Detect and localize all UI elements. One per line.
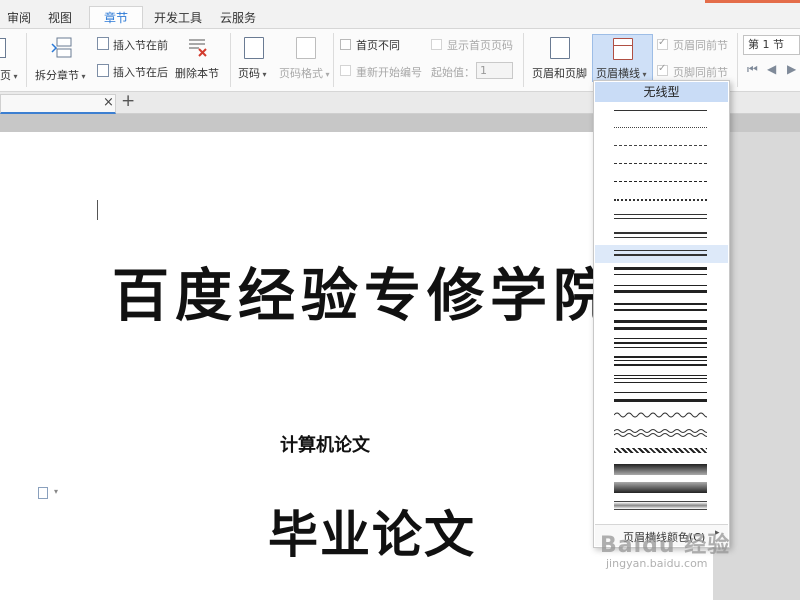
- header-same-as-previous-checkbox[interactable]: [657, 37, 668, 50]
- footer-same-as-previous-label: 页脚同前节: [673, 66, 728, 79]
- tab-developer[interactable]: 开发工具: [148, 0, 208, 28]
- no-line-option[interactable]: 无线型: [595, 82, 728, 102]
- previous-section-icon[interactable]: ◀: [767, 62, 776, 76]
- line-style-option[interactable]: [595, 263, 728, 281]
- watermark-brand: Baidu 经验: [600, 533, 731, 558]
- show-first-page-number-checkbox[interactable]: [431, 39, 442, 50]
- insert-section-before-button[interactable]: 插入节在前: [113, 37, 168, 53]
- page-number-button[interactable]: 页码 ▾: [238, 65, 267, 81]
- page-format-icon: [296, 37, 316, 59]
- next-section-icon[interactable]: ▶: [787, 62, 796, 76]
- new-tab-icon[interactable]: +: [121, 91, 135, 111]
- start-value-input[interactable]: [476, 62, 513, 79]
- ribbon-separator: [737, 33, 738, 87]
- chevron-down-icon: ▾: [260, 70, 267, 79]
- line-style-option[interactable]: [595, 173, 728, 191]
- header-line-label: 页眉横线: [596, 67, 640, 80]
- ribbon-separator: [230, 33, 231, 87]
- line-style-option[interactable]: [595, 461, 728, 479]
- paragraph-marker-icon[interactable]: [38, 487, 48, 499]
- insert-section-before-icon: [97, 37, 109, 50]
- ribbon-separator: [333, 33, 334, 87]
- page-number-icon: [244, 37, 264, 59]
- header-footer-button[interactable]: 页眉和页脚: [532, 65, 587, 81]
- cut-off-page-label: 页: [0, 69, 11, 82]
- chevron-down-icon: ▾: [640, 70, 647, 79]
- chevron-down-icon: ▾: [323, 70, 330, 79]
- line-style-option[interactable]: [595, 299, 728, 317]
- delete-section-button[interactable]: 删除本节: [175, 65, 219, 81]
- start-value-label: 起始值：: [431, 66, 475, 79]
- watermark: Baidu 经验 jingyan.baidu.com: [600, 527, 730, 570]
- line-style-option[interactable]: [595, 443, 728, 461]
- header-line-button[interactable]: 页眉横线 ▾: [592, 34, 653, 82]
- line-style-option[interactable]: [595, 371, 728, 389]
- first-page-different-checkbox[interactable]: [340, 39, 351, 50]
- chevron-down-icon: ▾: [11, 72, 18, 81]
- line-style-option[interactable]: [595, 389, 728, 407]
- line-style-option[interactable]: [595, 479, 728, 497]
- menu-bar: 审阅 视图 章节 开发工具 云服务: [0, 0, 800, 30]
- line-style-option[interactable]: [595, 407, 728, 425]
- line-style-option[interactable]: [595, 425, 728, 443]
- chevron-down-icon: ▾: [79, 72, 86, 81]
- window-accent-bar: [705, 0, 800, 3]
- cut-off-page-button[interactable]: 页 ▾: [0, 67, 18, 83]
- first-section-icon[interactable]: ⏮: [747, 62, 758, 77]
- header-line-label-wrap: 页眉横线 ▾: [596, 65, 647, 81]
- insert-section-after-icon: [97, 64, 109, 77]
- ribbon-separator: [26, 33, 27, 87]
- chevron-down-icon: ▾: [54, 487, 59, 496]
- header-line-dropdown: 无线型 页眉横线颜色(C) ▸: [593, 80, 730, 548]
- insert-section-after-button[interactable]: 插入节在后: [113, 64, 168, 80]
- restart-numbering-checkbox[interactable]: [340, 65, 351, 76]
- line-style-option-hover[interactable]: [595, 245, 728, 263]
- delete-section-icon: [187, 36, 209, 58]
- ribbon-separator: [523, 33, 524, 87]
- line-style-option[interactable]: [595, 353, 728, 371]
- page-format-label: 页码格式: [279, 67, 323, 80]
- section-select[interactable]: 第 1 节: [743, 35, 800, 55]
- tab-cloud-services[interactable]: 云服务: [213, 0, 263, 28]
- close-tab-icon[interactable]: ×: [103, 95, 114, 110]
- text-cursor: [97, 200, 98, 220]
- footer-same-as-previous-checkbox[interactable]: [657, 63, 668, 76]
- document-subtitle: 计算机论文: [280, 435, 370, 456]
- header-footer-icon: [550, 37, 570, 59]
- tab-view[interactable]: 视图: [40, 0, 80, 28]
- split-chapter-button[interactable]: 拆分章节 ▾: [35, 67, 86, 83]
- tab-review[interactable]: 审阅: [0, 0, 44, 28]
- line-style-option[interactable]: [595, 281, 728, 299]
- line-style-option[interactable]: [595, 155, 728, 173]
- header-line-icon: [613, 38, 633, 60]
- document-tab[interactable]: ×: [0, 94, 116, 114]
- page-icon: [0, 38, 6, 58]
- line-style-option[interactable]: [595, 497, 728, 515]
- split-chapter-label: 拆分章节: [35, 69, 79, 82]
- first-page-different-label: 首页不同: [356, 39, 400, 52]
- header-same-as-previous-label: 页眉同前节: [673, 39, 728, 52]
- line-style-option[interactable]: [595, 102, 728, 120]
- tab-chapter[interactable]: 章节: [89, 6, 143, 30]
- page-format-button[interactable]: 页码格式 ▾: [279, 65, 330, 81]
- show-first-page-number-label: 显示首页页码: [447, 39, 513, 52]
- line-style-option[interactable]: [595, 209, 728, 227]
- line-style-option[interactable]: [595, 191, 728, 209]
- document-heading: 毕业论文: [268, 506, 476, 564]
- restart-numbering-label: 重新开始编号: [356, 66, 422, 79]
- line-style-option[interactable]: [595, 317, 728, 335]
- line-style-option[interactable]: [595, 119, 728, 137]
- line-style-option[interactable]: [595, 335, 728, 353]
- line-style-option[interactable]: [595, 137, 728, 155]
- document-title: 百度经验专修学院: [112, 263, 616, 329]
- split-chapter-icon: [51, 37, 73, 59]
- line-style-option[interactable]: [595, 227, 728, 245]
- page-number-label: 页码: [238, 67, 260, 80]
